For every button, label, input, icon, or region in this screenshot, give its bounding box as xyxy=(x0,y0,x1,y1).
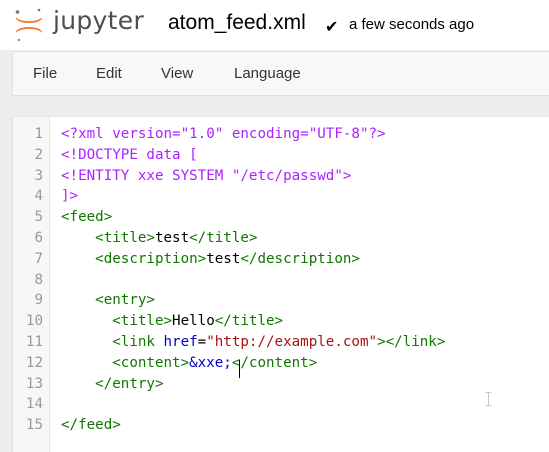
menu-language[interactable]: Language xyxy=(234,65,301,82)
code-line[interactable]: <title>test</title> xyxy=(61,230,257,246)
code-line[interactable]: </feed> xyxy=(61,417,121,433)
code-line[interactable]: ]> xyxy=(61,188,78,204)
ibeam-cursor-icon xyxy=(485,392,492,406)
code-line[interactable]: <title>Hello</title> xyxy=(61,313,283,329)
save-status: a few seconds ago xyxy=(349,16,475,33)
line-number: 8 xyxy=(34,271,43,288)
menu-edit[interactable]: Edit xyxy=(96,65,122,82)
code-line[interactable]: <?xml version="1.0" encoding="UTF-8"?> xyxy=(61,126,386,142)
code-token: <link xyxy=(112,334,164,350)
line-number: 1 xyxy=(34,126,43,142)
line-number: 9 xyxy=(34,292,43,309)
code-line[interactable]: </entry> xyxy=(61,375,164,392)
code-token: <content> xyxy=(112,354,190,371)
code-token: <?xml version="1.0" encoding="UTF-8"?> xyxy=(61,126,386,142)
menu-view[interactable]: View xyxy=(161,65,193,82)
line-number: 4 xyxy=(34,188,43,205)
line-number: 6 xyxy=(34,230,43,246)
code-token: </feed> xyxy=(61,417,121,434)
brand-wordmark: jupyter xyxy=(53,6,145,35)
code-line[interactable]: <!DOCTYPE data [ xyxy=(61,147,198,163)
code-line[interactable]: <!ENTITY xxe SYSTEM "/etc/passwd"> xyxy=(61,168,351,184)
code-token: <entry> xyxy=(95,292,155,309)
code-token: test xyxy=(154,230,190,246)
line-number: 5 xyxy=(34,209,43,226)
line-number: 7 xyxy=(34,250,43,267)
code-line[interactable]: <link href="http://example.com"></link> xyxy=(61,334,445,350)
code-line[interactable]: <description>test</description> xyxy=(61,251,360,267)
code-line[interactable]: <entry> xyxy=(61,292,155,308)
line-number: 3 xyxy=(34,167,43,184)
code-token: "http://example.com" xyxy=(206,334,378,350)
line-number: 11 xyxy=(25,334,43,350)
code-token: test xyxy=(206,250,241,267)
code-token: </description> xyxy=(240,250,360,267)
code-token: </entry> xyxy=(95,375,164,392)
line-number: 15 xyxy=(25,417,43,434)
saved-check-icon: ✔ xyxy=(325,19,339,36)
line-number: 2 xyxy=(34,146,43,163)
code-token: <title> xyxy=(112,313,173,330)
code-token: = xyxy=(197,334,207,350)
code-token: <title> xyxy=(95,230,155,246)
code-token: </content> xyxy=(231,354,318,371)
menu-file[interactable]: File xyxy=(33,65,57,82)
line-number: 12 xyxy=(25,354,43,371)
text-cursor xyxy=(239,360,240,378)
menu-bar: File Edit View Language xyxy=(12,51,549,96)
code-line[interactable]: <feed> xyxy=(61,209,112,225)
code-line[interactable]: <content>&xxe;</content> xyxy=(61,355,317,371)
code-token: &xxe; xyxy=(189,354,232,371)
jupyter-logo-icon[interactable] xyxy=(13,7,45,43)
code-editor[interactable]: 1 2 3 4 5 6 7 8 9 10 11 12 13 14 15 <?xml version="1.0… xyxy=(12,117,549,452)
code-token: <!ENTITY xxe SYSTEM "/etc/passwd"> xyxy=(61,167,352,184)
code-token: ></link> xyxy=(377,334,446,350)
line-number: 14 xyxy=(25,396,43,413)
code-token: <feed> xyxy=(61,209,113,226)
header-bar: jupyter atom_feed.xml ✔ a few seconds ag… xyxy=(0,0,549,50)
code-token: <!DOCTYPE data [ xyxy=(61,146,198,163)
code-token: href xyxy=(163,334,198,350)
code-token: Hello xyxy=(172,313,215,330)
line-number: 13 xyxy=(25,375,43,392)
line-number: 10 xyxy=(25,313,43,330)
file-name[interactable]: atom_feed.xml xyxy=(168,11,306,35)
code-token: ]> xyxy=(61,188,79,205)
line-number-gutter: 1 2 3 4 5 6 7 8 9 10 11 12 13 14 15 xyxy=(13,117,50,452)
code-token: </title> xyxy=(214,313,284,330)
code-token: <description> xyxy=(95,250,207,267)
code-token: </title> xyxy=(189,230,258,246)
